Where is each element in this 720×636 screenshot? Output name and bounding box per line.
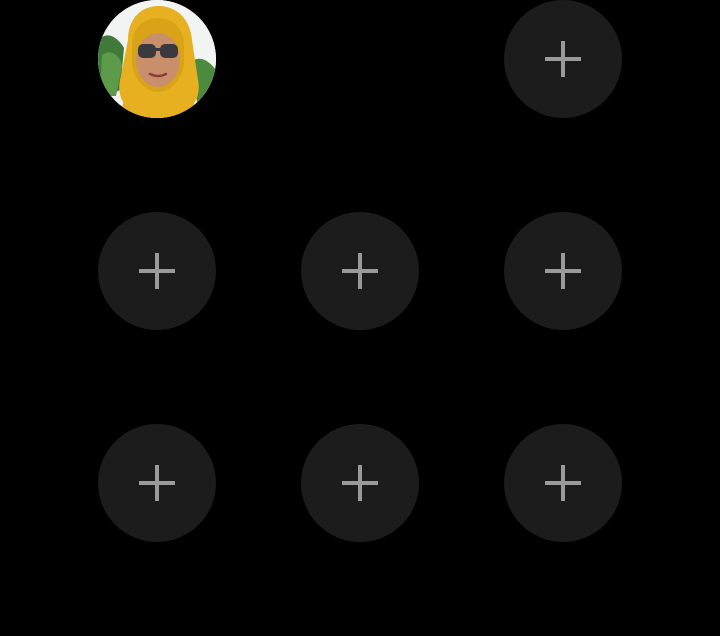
plus-icon (342, 465, 378, 501)
plus-icon (545, 465, 581, 501)
add-contact-button[interactable] (504, 424, 622, 542)
plus-icon (545, 41, 581, 77)
empty-slot (301, 0, 419, 118)
plus-icon (545, 253, 581, 289)
add-contact-button[interactable] (504, 0, 622, 118)
avatar-photo (98, 0, 216, 118)
add-contact-button[interactable] (504, 212, 622, 330)
add-contact-button[interactable] (301, 424, 419, 542)
plus-icon (139, 465, 175, 501)
add-contact-button[interactable] (98, 212, 216, 330)
plus-icon (139, 253, 175, 289)
plus-icon (342, 253, 378, 289)
add-contact-button[interactable] (301, 212, 419, 330)
favorites-grid (0, 0, 720, 636)
add-contact-button[interactable] (98, 424, 216, 542)
contact-avatar[interactable] (98, 0, 216, 118)
